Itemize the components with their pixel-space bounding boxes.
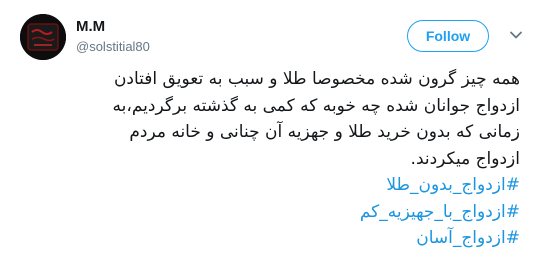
chevron-down-icon[interactable] — [509, 28, 523, 42]
tweet-text-line: ازدواج میکردند. — [410, 148, 520, 169]
tweet-text-line: همه چیز گرون شده مخصوصا طلا و سبب به تعو… — [113, 69, 520, 89]
user-names: M.M @solstitial80 — [76, 17, 150, 56]
tweet-header: M.M @solstitial80 Follow — [20, 14, 530, 62]
hashtag-link[interactable]: #ازدواج_بدون_طلا — [30, 172, 520, 199]
tweet-text-line: ازدواج جوانان شده چه خوبه که کمی به گذشت… — [112, 95, 520, 116]
tweet-text-line: زمانی که بدون خرید طلا و جهزیه آن چنانی … — [129, 122, 520, 142]
avatar[interactable] — [20, 14, 66, 60]
display-name[interactable]: M.M — [76, 17, 150, 36]
user-handle[interactable]: @solstitial80 — [76, 38, 150, 56]
hashtag-link[interactable]: #ازدواج_آسان — [30, 225, 520, 252]
tweet-text: همه چیز گرون شده مخصوصا طلا و سبب به تعو… — [30, 66, 520, 252]
hashtag-link[interactable]: #ازدواج_با_جهیزیه_کم — [30, 199, 520, 226]
follow-button[interactable]: Follow — [407, 20, 489, 52]
avatar-icon — [20, 14, 66, 60]
